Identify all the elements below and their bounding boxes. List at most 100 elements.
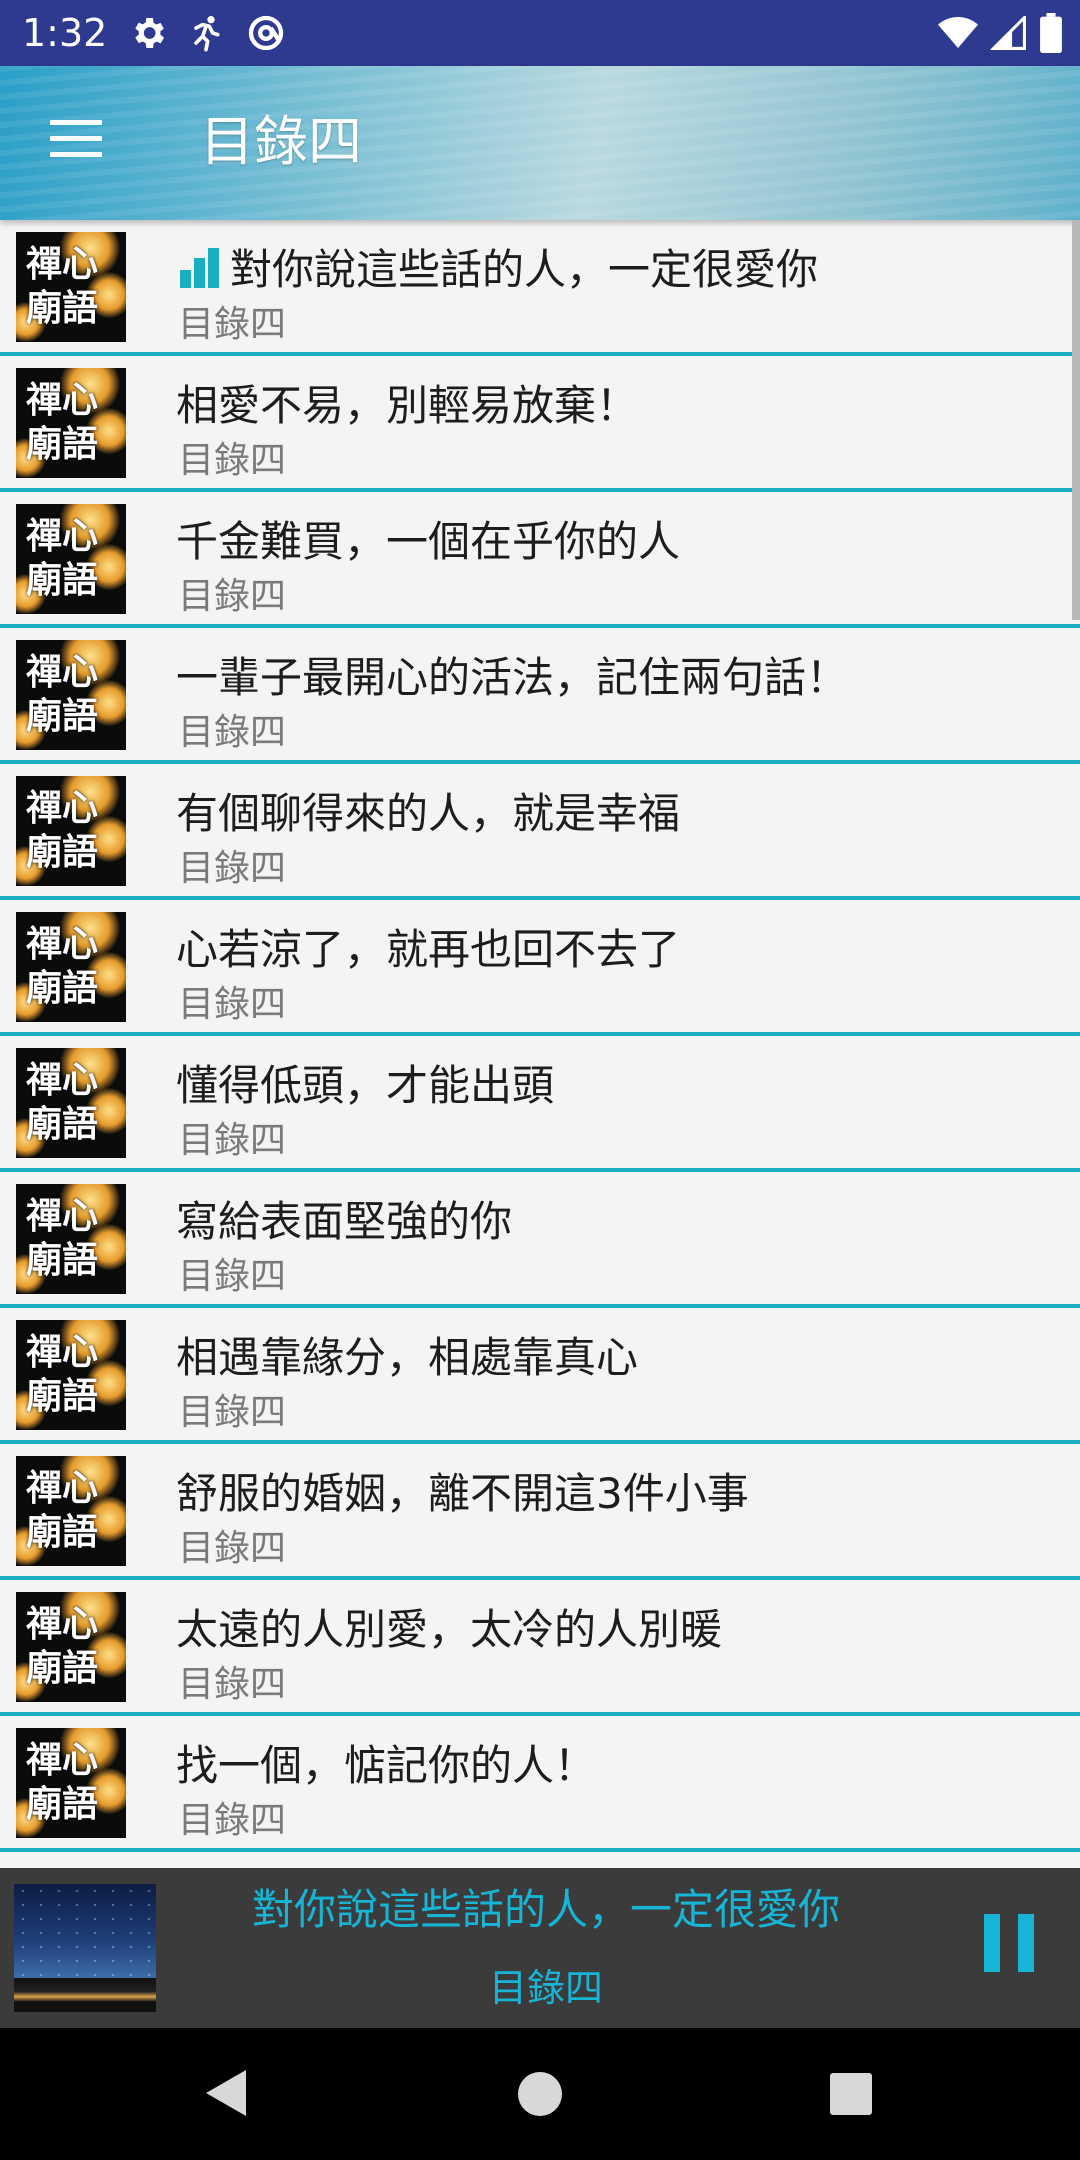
status-time: 1:32	[22, 11, 108, 55]
item-title-text: 心若涼了，就再也回不去了	[176, 925, 681, 974]
item-subtitle: 目錄四	[178, 576, 287, 617]
status-bar: 1:32	[0, 0, 1080, 66]
home-icon[interactable]	[518, 2072, 562, 2116]
item-title: 相愛不易，別輕易放棄！	[176, 380, 638, 432]
thumbnail-image: 禪心 廟語	[16, 776, 126, 886]
thumbnail-text-line2: 廟語	[26, 1512, 99, 1553]
item-title-text: 太遠的人別愛，太冷的人別暖	[176, 1605, 723, 1654]
list-item[interactable]: 禪心 廟語 相愛不易，別輕易放棄！ 目錄四	[0, 356, 1080, 492]
track-list[interactable]: 禪心 廟語 對你說這些話的人，一定很愛你 目錄四 禪心 廟語 相愛不易，別輕易放棄！ 目錄四禪…	[0, 220, 1080, 1868]
item-title: 相遇靠緣分，相處靠真心	[176, 1332, 638, 1384]
thumbnail-text-line1: 禪心	[26, 380, 99, 421]
list-item[interactable]: 禪心 廟語 找一個，惦記你的人！ 目錄四	[0, 1716, 1080, 1852]
thumbnail-text-line1: 禪心	[26, 1332, 99, 1373]
thumbnail-text-line2: 廟語	[26, 832, 99, 873]
app-header: 目錄四	[0, 66, 1080, 220]
thumbnail-text-line2: 廟語	[26, 1104, 99, 1145]
scrollbar[interactable]	[1072, 220, 1080, 620]
thumbnail-image: 禪心 廟語	[16, 368, 126, 478]
thumbnail-text-line1: 禪心	[26, 652, 99, 693]
item-title: 對你說這些話的人，一定很愛你	[176, 244, 818, 296]
item-title: 太遠的人別愛，太冷的人別暖	[176, 1604, 722, 1656]
item-title: 心若涼了，就再也回不去了	[176, 924, 680, 976]
back-icon[interactable]	[206, 2070, 246, 2116]
thumbnail-image: 禪心 廟語	[16, 232, 126, 342]
list-item[interactable]: 禪心 廟語 一輩子最開心的活法，記住兩句話！ 目錄四	[0, 628, 1080, 764]
thumbnail-image: 禪心 廟語	[16, 640, 126, 750]
cell-signal-icon	[990, 16, 1026, 50]
now-playing-bar[interactable]: 對你說這些話的人，一定很愛你 目錄四	[0, 1868, 1080, 2028]
thumbnail-text-line1: 禪心	[26, 1196, 99, 1237]
thumbnail-text-line2: 廟語	[26, 1784, 99, 1825]
thumbnail-text-line2: 廟語	[26, 1376, 99, 1417]
wifi-icon	[938, 17, 978, 48]
thumbnail-text-line2: 廟語	[26, 424, 99, 465]
list-item[interactable]: 禪心 廟語 千金難買，一個在乎你的人目錄四	[0, 492, 1080, 628]
thumbnail-image: 禪心 廟語	[16, 1456, 126, 1566]
item-title-text: 寫給表面堅強的你	[176, 1197, 513, 1246]
item-title-text: 舒服的婚姻，離不開這3件小事	[176, 1469, 749, 1518]
item-subtitle: 目錄四	[178, 1664, 287, 1705]
recents-icon[interactable]	[830, 2073, 872, 2115]
thumbnail-text-line2: 廟語	[26, 1240, 99, 1281]
item-title-text: 千金難買，一個在乎你的人	[176, 517, 681, 566]
item-title: 千金難買，一個在乎你的人	[176, 516, 680, 568]
thumbnail-image: 禪心 廟語	[16, 1320, 126, 1430]
item-title-text: 有個聊得來的人，就是幸福	[176, 789, 681, 838]
thumbnail-text-line1: 禪心	[26, 1604, 99, 1645]
running-person-icon	[194, 16, 220, 52]
item-subtitle: 目錄四	[178, 1800, 287, 1841]
item-title: 寫給表面堅強的你	[176, 1196, 512, 1248]
now-playing-artwork[interactable]	[14, 1884, 156, 2012]
thumbnail-text-line2: 廟語	[26, 968, 99, 1009]
item-subtitle: 目錄四	[178, 440, 287, 481]
status-right-icons	[938, 10, 1062, 56]
list-item[interactable]: 禪心 廟語 懂得低頭，才能出頭目錄四	[0, 1036, 1080, 1172]
item-title: 舒服的婚姻，離不開這3件小事	[176, 1468, 749, 1520]
thumbnail-image: 禪心 廟語	[16, 1592, 126, 1702]
thumbnail-text-line2: 廟語	[26, 288, 99, 329]
now-playing-title[interactable]: 對你說這些話的人，一定很愛你	[180, 1884, 912, 1936]
thumbnail-text-line1: 禪心	[26, 1060, 99, 1101]
thumbnail-text-line1: 禪心	[26, 516, 99, 557]
thumbnail-image: 禪心 廟語	[16, 912, 126, 1022]
battery-icon	[1040, 13, 1062, 53]
item-title-text: 找一個，惦記你的人！	[176, 1741, 597, 1790]
thumbnail-image: 禪心 廟語	[16, 504, 126, 614]
item-title-text: 懂得低頭，才能出頭	[176, 1061, 555, 1110]
item-subtitle: 目錄四	[178, 1256, 287, 1297]
thumbnail-text-line1: 禪心	[26, 1468, 99, 1509]
at-sign-icon	[248, 15, 284, 51]
thumbnail-image: 禪心 廟語	[16, 1184, 126, 1294]
list-item[interactable]: 禪心 廟語 相遇靠緣分，相處靠真心 目錄四	[0, 1308, 1080, 1444]
item-title: 一輩子最開心的活法，記住兩句話！	[176, 652, 848, 704]
item-subtitle: 目錄四	[178, 848, 287, 889]
thumbnail-image: 禪心 廟語	[16, 1048, 126, 1158]
list-item[interactable]: 禪心 廟語 對你說這些話的人，一定很愛你目錄四	[0, 220, 1080, 356]
thumbnail-text-line1: 禪心	[26, 1740, 99, 1781]
list-item[interactable]: 禪心 廟語 有個聊得來的人，就是幸福目錄四	[0, 764, 1080, 900]
item-title-text: 相愛不易，別輕易放棄！	[176, 381, 639, 430]
page-title: 目錄四	[200, 110, 362, 173]
thumbnail-image: 禪心 廟語	[16, 1728, 126, 1838]
thumbnail-text-line1: 禪心	[26, 924, 99, 965]
pause-icon[interactable]	[980, 1908, 1040, 1984]
list-item[interactable]: 禪心 廟語 心若涼了，就再也回不去了 目錄四	[0, 900, 1080, 1036]
list-item[interactable]: 禪心 廟語 太遠的人別愛，太冷的人別暖目錄四	[0, 1580, 1080, 1716]
thumbnail-text-line1: 禪心	[26, 788, 99, 829]
thumbnail-text-line2: 廟語	[26, 1648, 99, 1689]
thumbnail-text-line1: 禪心	[26, 244, 99, 285]
gear-icon	[135, 18, 164, 48]
item-subtitle: 目錄四	[178, 304, 287, 345]
thumbnail-text-line2: 廟語	[26, 696, 99, 737]
item-subtitle: 目錄四	[178, 1528, 287, 1569]
item-title: 找一個，惦記你的人！	[176, 1740, 596, 1792]
item-title-text: 一輩子最開心的活法，記住兩句話！	[176, 653, 849, 702]
item-subtitle: 目錄四	[178, 1120, 287, 1161]
list-item[interactable]: 禪心 廟語 舒服的婚姻，離不開這3件小事目錄四	[0, 1444, 1080, 1580]
item-subtitle: 目錄四	[178, 1392, 287, 1433]
hamburger-menu-icon[interactable]	[44, 114, 108, 168]
now-playing-subtitle: 目錄四	[488, 1966, 603, 2010]
list-item[interactable]: 禪心 廟語 寫給表面堅強的你目錄四	[0, 1172, 1080, 1308]
item-title-text: 對你說這些話的人，一定很愛你	[230, 245, 819, 294]
